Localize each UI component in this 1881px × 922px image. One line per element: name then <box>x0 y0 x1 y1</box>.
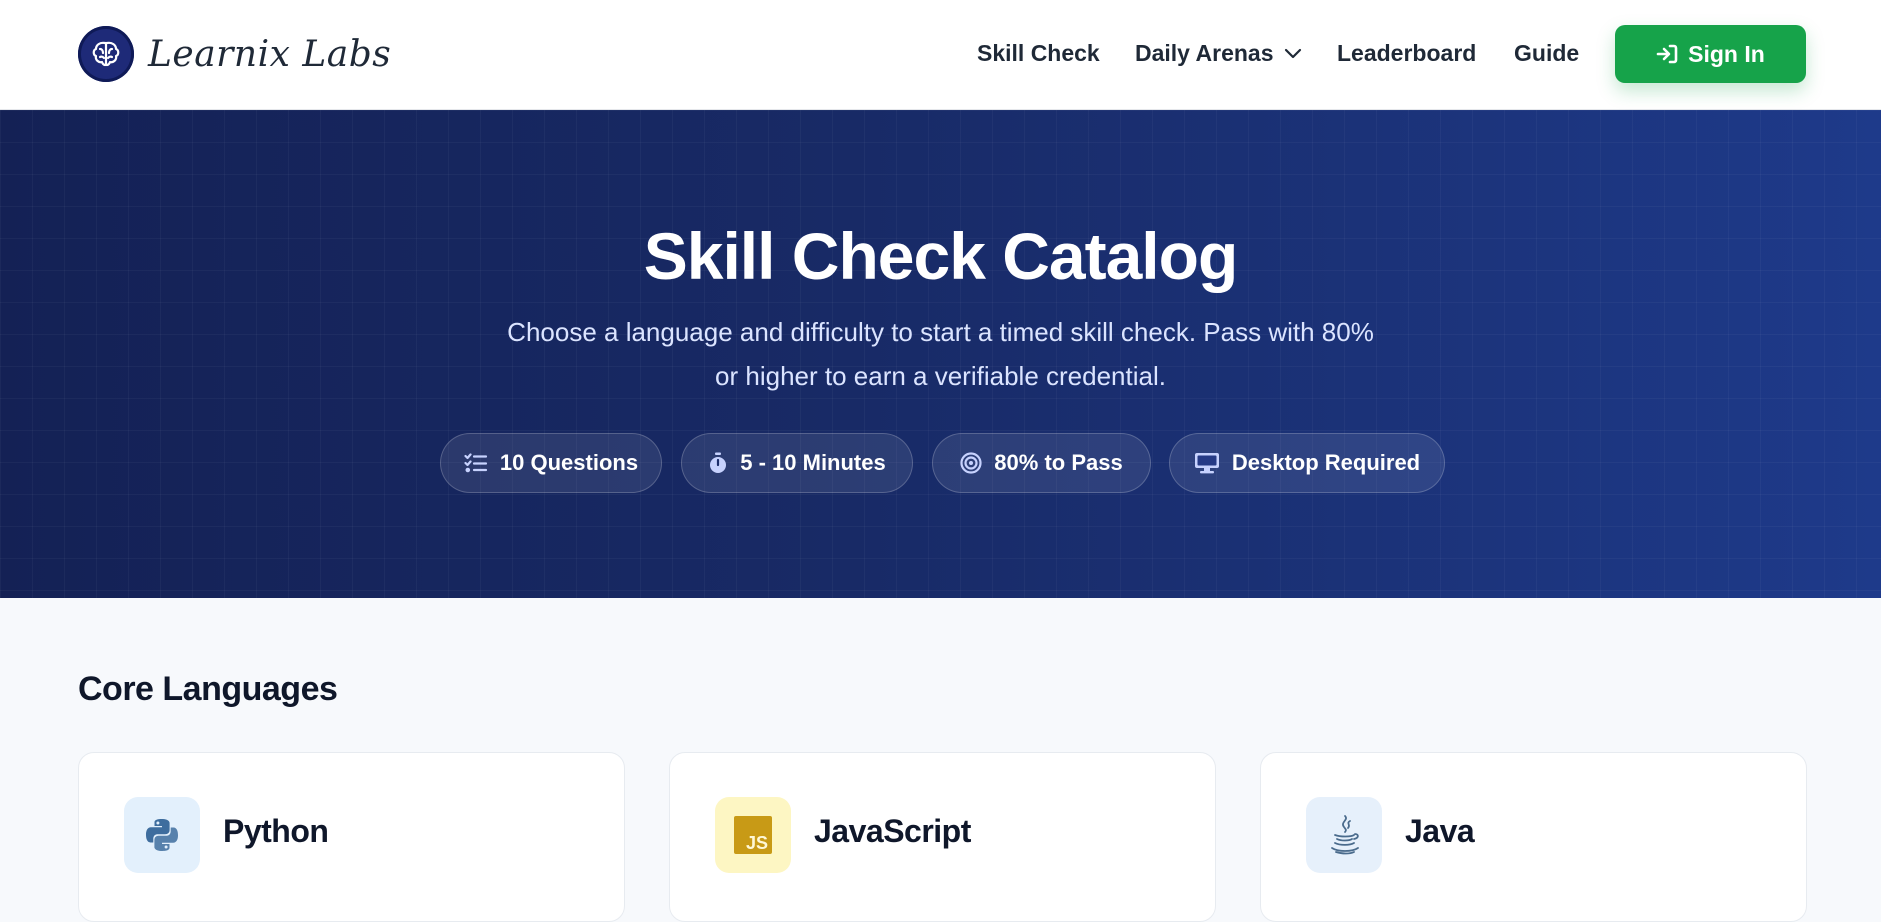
pill-desktop: Desktop Required <box>1169 433 1445 493</box>
pill-questions-label: 10 Questions <box>499 450 639 475</box>
nav-skill-check-label: Skill Check <box>977 40 1100 66</box>
card-title-python: Python <box>223 813 329 849</box>
python-icon <box>124 797 200 873</box>
pill-pass-mark: 80% to Pass <box>932 433 1151 493</box>
pill-desktop-label: Desktop Required <box>1231 450 1421 475</box>
target-icon <box>960 452 982 474</box>
java-icon <box>1306 797 1382 873</box>
nav-leaderboard-label: Leaderboard <box>1337 40 1477 66</box>
language-card-grid: Python JS JavaScript Java <box>78 752 1807 922</box>
sign-in-button[interactable]: Sign In <box>1615 25 1806 83</box>
nav-daily-arenas-label: Daily Arenas <box>1135 40 1274 66</box>
list-check-icon <box>464 453 488 473</box>
stopwatch-icon <box>708 452 728 474</box>
sign-in-label: Sign In <box>1688 40 1765 67</box>
page-title: Skill Check Catalog <box>643 219 1239 293</box>
top-navbar: Learnix Labs Skill Check Daily Arenas Le… <box>0 0 1881 110</box>
chevron-down-icon <box>1284 48 1302 60</box>
section-title-core-languages: Core Languages <box>78 670 338 708</box>
pill-questions: 10 Questions <box>440 433 662 493</box>
card-title-javascript: JavaScript <box>814 813 971 849</box>
card-title-java: Java <box>1405 813 1475 849</box>
hero-banner: Skill Check Catalog Choose a language an… <box>0 110 1881 598</box>
monitor-icon <box>1194 452 1220 474</box>
hero-subtitle: Choose a language and difficulty to star… <box>0 310 1881 398</box>
info-pills: 10 Questions 5 - 10 Minutes 80% to Pass … <box>0 433 1881 493</box>
pill-duration: 5 - 10 Minutes <box>681 433 913 493</box>
pill-pass-mark-label: 80% to Pass <box>994 450 1123 475</box>
sign-in-icon <box>1656 44 1678 64</box>
language-card-javascript[interactable]: JS JavaScript <box>669 752 1216 922</box>
main-nav: Skill Check Daily Arenas Leaderboard Gui… <box>0 0 1881 110</box>
svg-text:JS: JS <box>746 833 768 853</box>
language-card-python[interactable]: Python <box>78 752 625 922</box>
nav-leaderboard[interactable]: Leaderboard <box>1337 40 1476 67</box>
nav-guide-label: Guide <box>1514 40 1580 66</box>
hero-subtitle-line-1: Choose a language and difficulty to star… <box>507 317 1374 347</box>
nav-daily-arenas-dropdown[interactable]: Daily Arenas <box>1135 40 1302 67</box>
pill-duration-label: 5 - 10 Minutes <box>740 450 886 475</box>
language-card-java[interactable]: Java <box>1260 752 1807 922</box>
hero-subtitle-line-2: or higher to earn a verifiable credentia… <box>715 361 1166 391</box>
javascript-icon: JS <box>715 797 791 873</box>
nav-guide[interactable]: Guide <box>1514 40 1579 67</box>
nav-skill-check[interactable]: Skill Check <box>977 40 1100 67</box>
